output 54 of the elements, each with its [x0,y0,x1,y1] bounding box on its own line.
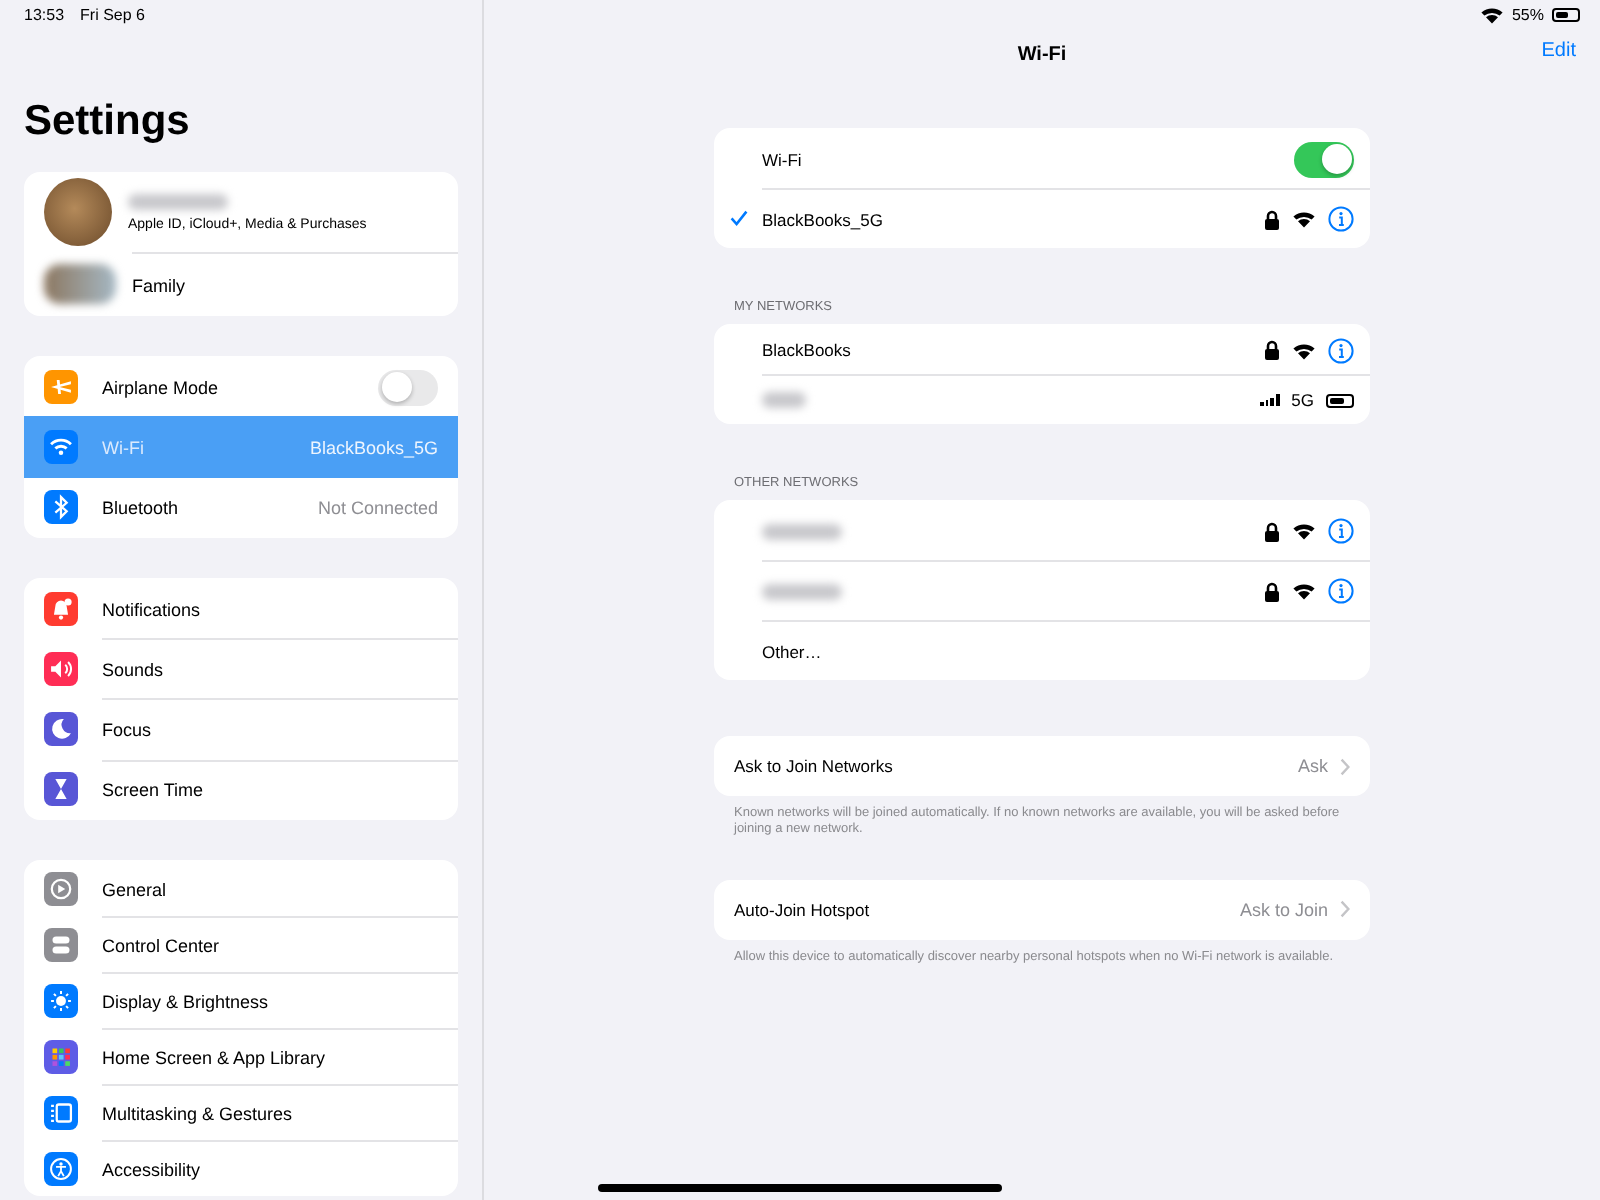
setting-row[interactable]: Auto-Join Hotspot Ask to Join [714,879,1370,940]
status-date: Fri Sep 6 [80,6,145,28]
lock-icon [1264,209,1280,229]
sidebar-item[interactable]: Notifications [24,577,458,639]
network-name[interactable]: BlackBooks_5G [762,209,1252,229]
sidebar-item[interactable]: Bluetooth Not Connected [24,477,458,538]
wifi-signal-icon [1292,210,1316,228]
info-button[interactable] [1328,518,1354,544]
page-title: Wi-Fi [1017,43,1067,65]
blurred-network-name [762,392,806,408]
blurred-network-name [762,523,842,539]
sidebar-item[interactable]: Accessibility [24,1140,458,1197]
info-button[interactable] [1328,337,1354,363]
status-time: 13:53 [24,6,65,28]
wifi-signal-icon [1292,522,1316,540]
cellular-signal-icon [1260,394,1280,406]
chevron-icon [1340,757,1350,775]
sidebar-item[interactable]: Control Center [24,916,458,973]
wifi-signal-icon [1479,6,1504,24]
battery-icon [1552,8,1580,22]
family-avatars [44,264,116,304]
chevron-icon [1340,900,1350,919]
blurred-account-name [128,193,228,209]
sidebar-item[interactable]: Home Screen & App Library [24,1028,458,1085]
sidebar-item[interactable]: Sounds [24,638,458,699]
setting-value: Not Connected [317,498,438,519]
wifi-signal-icon [1292,341,1316,359]
setting-value: BlackBooks_5G [309,437,438,458]
battery-icon [1326,393,1354,407]
other-network-link[interactable]: Other… [762,641,1354,661]
lock-icon [1264,340,1280,360]
family-label[interactable]: Family [132,275,185,295]
lock-icon [1264,521,1280,541]
network-type: 5G [1291,390,1314,410]
blurred-network-name [762,583,842,599]
lock-icon [1264,581,1280,601]
info-button[interactable] [1328,578,1354,604]
edit-button[interactable]: Edit [1541,40,1576,62]
battery-percent: 55% [1511,6,1544,24]
wifi-label: Wi-Fi [762,149,804,169]
sidebar-item[interactable]: Focus [24,698,458,760]
settings-title: Settings [24,98,192,146]
sidebar-item[interactable]: Multitasking & Gestures [24,1084,458,1141]
network-name[interactable]: BlackBooks [762,340,1252,360]
toggle-switch[interactable] [1294,141,1354,177]
sidebar-item[interactable]: Airplane Mode [24,356,458,417]
info-button[interactable] [1328,206,1354,232]
toggle-switch[interactable] [378,369,438,406]
setting-row[interactable]: Ask to Join Networks Ask [714,736,1370,796]
wifi-signal-icon [1292,582,1316,600]
sidebar-item[interactable]: Display & Brightness [24,972,458,1029]
sidebar-item[interactable]: Screen Time [24,759,458,821]
avatar-photo [44,178,112,246]
sidebar-item[interactable]: General [24,860,458,917]
